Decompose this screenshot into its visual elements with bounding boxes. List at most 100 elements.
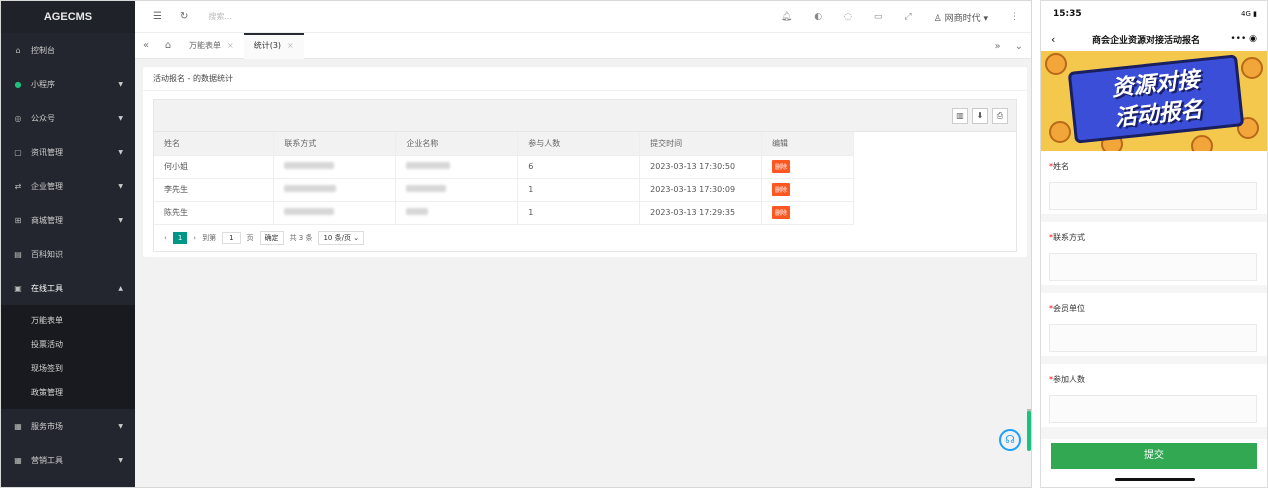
sidebar-item-label: 资讯管理 — [31, 147, 63, 157]
content-card: 活动报名 - 的数据统计 ▥ ⬇ ⎙ 姓名 联系方式 企业名称 参与人数 提交时… — [143, 67, 1027, 257]
search-input[interactable]: 搜索... — [208, 11, 232, 22]
sidebar-item-miniprogram[interactable]: ● 小程序 ▼ — [1, 67, 135, 101]
sidebar-item-dashboard[interactable]: ⌂ 控制台 — [1, 33, 135, 67]
status-bar: 15:35 4G ▮ — [1041, 1, 1267, 27]
banner-line-1: 资源对接 — [1110, 66, 1201, 102]
cell-company-redacted — [395, 155, 519, 179]
sidebar-subitem-policy[interactable]: 政策管理 — [1, 381, 135, 405]
tab-statistics[interactable]: 统计(3) × — [243, 32, 304, 59]
brand-logo[interactable]: AGECMS — [1, 1, 135, 33]
col-company[interactable]: 企业名称 — [395, 132, 519, 156]
home-indicator — [1115, 478, 1195, 481]
sidebar-item-marketing[interactable]: ▦ 营销工具 ▼ — [1, 443, 135, 477]
col-name[interactable]: 姓名 — [154, 132, 275, 156]
confirm-page-button[interactable]: 确定 — [259, 230, 284, 245]
capsule-menu-icon[interactable]: ••• ◉ — [1230, 34, 1257, 44]
member-unit-input[interactable] — [1049, 324, 1257, 352]
wechat-icon: ◎ — [14, 113, 22, 123]
goto-page-input[interactable]: 1 — [222, 231, 241, 244]
tab-scroll-left-icon[interactable]: « — [135, 40, 157, 51]
chevron-down-icon: ⌄ — [353, 233, 360, 242]
col-edit[interactable]: 编辑 — [761, 132, 854, 156]
menu-toggle-icon[interactable]: ☰ — [153, 11, 162, 22]
theme-icon[interactable]: ◐ — [814, 12, 822, 22]
caret-down-icon: ▼ — [118, 182, 123, 190]
cell-edit: 删除 — [761, 201, 854, 225]
cell-company-redacted — [395, 201, 519, 225]
fullscreen-icon[interactable]: ⤢ — [904, 12, 911, 22]
next-page-icon[interactable]: › — [193, 234, 196, 242]
attendee-count-input[interactable] — [1049, 395, 1257, 423]
cell-contact-redacted — [273, 178, 397, 202]
tab-scroll-right-icon[interactable]: » — [994, 41, 1000, 52]
per-page-select[interactable]: 10 条/页 ⌄ — [318, 230, 365, 245]
name-input[interactable] — [1049, 182, 1257, 210]
table-row: 何小姐 6 2023-03-13 17:30:50 删除 — [154, 155, 854, 179]
refresh-icon[interactable]: ↻ — [180, 11, 188, 22]
sidebar-item-label: 在线工具 — [31, 283, 63, 293]
submit-button[interactable]: 提交 — [1051, 443, 1257, 469]
chevron-down-icon[interactable]: ⌄ — [1015, 41, 1023, 52]
page-title: 活动报名 - 的数据统计 — [143, 67, 1027, 91]
sidebar-item-tools[interactable]: ▣ 在线工具 ▲ — [1, 271, 135, 305]
cell-edit: 删除 — [761, 155, 854, 179]
message-icon[interactable]: ◌ — [844, 12, 852, 22]
sidebar-item-enterprise[interactable]: ⇄ 企业管理 ▼ — [1, 169, 135, 203]
sidebar-item-wechat[interactable]: ◎ 公众号 ▼ — [1, 101, 135, 135]
delete-button[interactable]: 删除 — [772, 206, 791, 219]
cell-name: 何小姐 — [154, 155, 275, 179]
cell-name: 李先生 — [154, 178, 275, 202]
current-page-button[interactable]: 1 — [172, 231, 188, 244]
field-label: 姓名 — [1053, 162, 1069, 171]
sidebar-subitem-checkin[interactable]: 现场签到 — [1, 357, 135, 381]
sidebar-subitem-form[interactable]: 万能表单 — [1, 309, 135, 333]
delete-button[interactable]: 删除 — [772, 183, 791, 196]
col-contact[interactable]: 联系方式 — [273, 132, 397, 156]
cell-count: 1 — [517, 178, 641, 202]
contact-input[interactable] — [1049, 253, 1257, 281]
records-table: 姓名 联系方式 企业名称 参与人数 提交时间 编辑 何小姐 6 2023-03-… — [154, 132, 854, 225]
user-menu[interactable]: ♙ 网商时代 ▾ — [934, 11, 988, 24]
sidebar-item-label: 企业管理 — [31, 181, 63, 191]
enterprise-icon: ⇄ — [14, 181, 22, 191]
table-header-row: 姓名 联系方式 企业名称 参与人数 提交时间 编辑 — [154, 132, 854, 156]
close-icon[interactable]: × — [287, 41, 294, 50]
export-icon[interactable]: ⬇ — [972, 108, 988, 124]
more-icon[interactable]: ⋮ — [1010, 12, 1019, 22]
signup-form: *姓名 *联系方式 *会员单位 *参加人数 — [1041, 151, 1267, 435]
tab-universal-form[interactable]: 万能表单 × — [179, 33, 244, 59]
tab-label: 万能表单 — [189, 40, 221, 50]
phone-preview: 15:35 4G ▮ ‹ 商会企业资源对接活动报名 ••• ◉ 资源对接 活动报… — [1040, 0, 1268, 488]
note-icon[interactable]: ▭ — [874, 12, 883, 22]
home-tab-icon[interactable]: ⌂ — [157, 40, 179, 51]
sidebar-submenu: 万能表单 投票活动 现场签到 政策管理 — [1, 305, 135, 409]
sidebar-item-shop[interactable]: ⊞ 商城管理 ▼ — [1, 203, 135, 237]
cell-contact-redacted — [273, 155, 397, 179]
tab-bar: « ⌂ 万能表单 × 统计(3) × » ⌄ — [135, 32, 1031, 59]
close-icon[interactable]: × — [227, 41, 234, 50]
side-scroll-handle[interactable] — [1027, 411, 1031, 451]
delete-button[interactable]: 删除 — [772, 160, 791, 173]
col-count[interactable]: 参与人数 — [517, 132, 641, 156]
cell-count: 6 — [517, 155, 641, 179]
table-toolbar: ▥ ⬇ ⎙ — [154, 100, 1016, 132]
bell-icon[interactable]: 🔔︎ — [781, 12, 792, 22]
filter-columns-icon[interactable]: ▥ — [952, 108, 968, 124]
cell-edit: 删除 — [761, 178, 854, 202]
sidebar-item-label: 百科知识 — [31, 249, 63, 259]
sidebar-item-market[interactable]: ▦ 服务市场 ▼ — [1, 409, 135, 443]
sidebar: AGECMS ⌂ 控制台 ● 小程序 ▼ ◎ 公众号 ▼ ▢ 资讯管理 ▼ ⇄ … — [1, 1, 135, 487]
prev-page-icon[interactable]: ‹ — [164, 234, 167, 242]
form-field-contact: *联系方式 — [1041, 222, 1267, 293]
sidebar-item-wiki[interactable]: ▤ 百科知识 — [1, 237, 135, 271]
sidebar-subitem-vote[interactable]: 投票活动 — [1, 333, 135, 357]
print-icon[interactable]: ⎙ — [992, 108, 1008, 124]
col-time[interactable]: 提交时间 — [639, 132, 763, 156]
total-count: 共 3 条 — [289, 233, 313, 242]
data-table: ▥ ⬇ ⎙ 姓名 联系方式 企业名称 参与人数 提交时间 编辑 何小姐 6 20… — [153, 99, 1017, 252]
sidebar-item-label: 控制台 — [31, 45, 55, 55]
sidebar-item-label: 商城管理 — [31, 215, 63, 225]
back-icon[interactable]: ‹ — [1051, 33, 1055, 46]
customer-service-icon[interactable]: ☊ — [999, 429, 1021, 451]
sidebar-item-news[interactable]: ▢ 资讯管理 ▼ — [1, 135, 135, 169]
